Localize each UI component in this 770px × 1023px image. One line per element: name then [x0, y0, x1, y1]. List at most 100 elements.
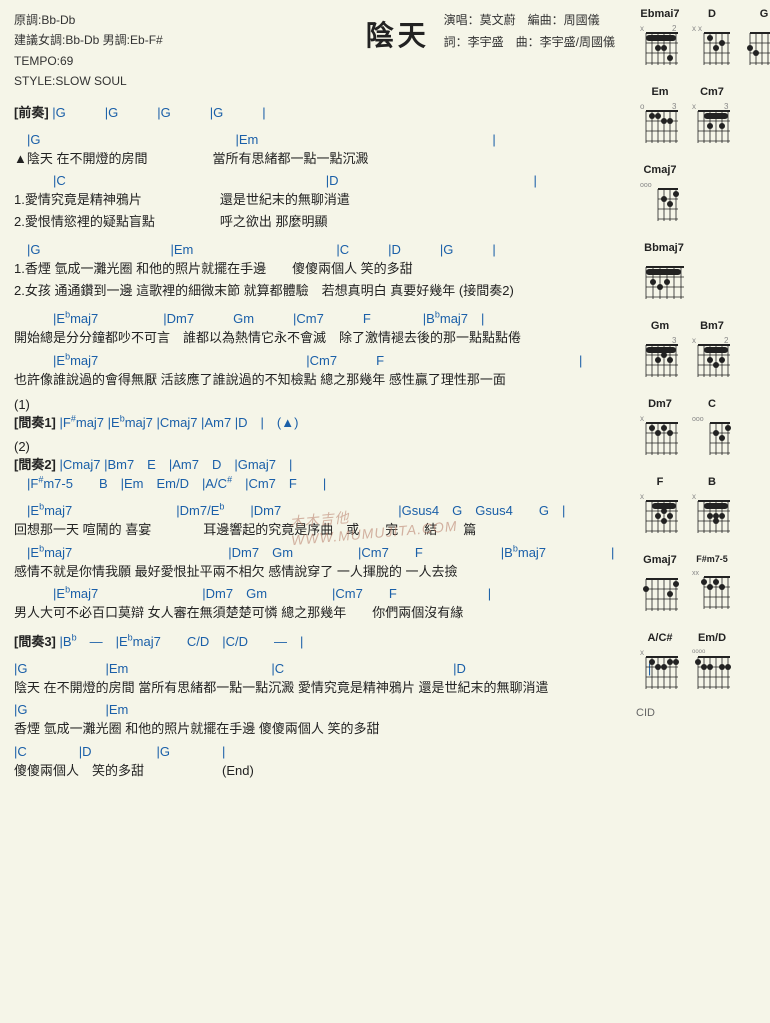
- chord-row-6: Dm7 x: [634, 395, 770, 467]
- section-verse1b: |G |Em |C |D |G | 1.香煙 氫成一灘光圈 和他的照片就擺在手邊…: [14, 239, 616, 300]
- lyric-v2-3: 男人大可不必百口莫辯 女人審在無須楚楚可憐 總之那幾年 你們兩個沒有緣: [14, 603, 616, 623]
- chord-v2-3: |Ebmaj7 |Dm7 Gm |Cm7 F |: [14, 583, 616, 602]
- chord-grid-c: ooo: [690, 411, 734, 461]
- lyric-v1-2: 1.愛情究竟是精神鴉片 還是世紀末的無聊消遣: [14, 190, 616, 210]
- svg-text:2: 2: [672, 24, 677, 33]
- chord-diagram-d: D x x: [690, 8, 734, 74]
- chord-diagram-g: G: [742, 8, 770, 74]
- svg-text:x: x: [640, 648, 644, 657]
- chord-int3: |Bb — |Ebmaj7 C/D |C/D — |: [60, 634, 304, 649]
- chord-grid-dm7: x: [638, 411, 682, 461]
- svg-text:x: x: [692, 24, 696, 33]
- svg-text:3: 3: [724, 102, 729, 111]
- chord-grid-em: o 3: [638, 99, 682, 149]
- section-interlude1: (1) [間奏1] |F#maj7 |Ebmaj7 |Cmaj7 |Am7 |D…: [14, 397, 616, 431]
- svg-text:ooo: ooo: [692, 416, 704, 423]
- chord-ch-2: |Ebmaj7 |Cm7 F |: [14, 350, 616, 369]
- section-outro: |G |Em |C |D | 陰天 在不開燈的房間 當所有思緒都一點一點沉澱 愛…: [14, 658, 616, 781]
- chord-diagram-acsharp: A/C# x: [638, 632, 682, 698]
- style: STYLE:SLOW SOUL: [14, 71, 616, 91]
- chord-grid-f: x: [638, 489, 682, 539]
- cid-label: CID: [636, 707, 770, 719]
- chord-grid-bm7: x 2: [690, 333, 734, 383]
- chord-diagram-b: B x: [690, 476, 734, 542]
- chord-ch-1: |Ebmaj7 |Dm7 Gm |Cm7 F |Bbmaj7 |: [14, 308, 616, 327]
- chord-grid-b: x: [690, 489, 734, 539]
- section-chorus: |Ebmaj7 |Dm7 Gm |Cm7 F |Bbmaj7 | 開始總是分分鐘…: [14, 308, 616, 389]
- chord-prelude: |G |G |G |G |: [52, 105, 265, 120]
- chord-row-8: Gmaj7 F#m7-5: [634, 551, 770, 623]
- chord-v2-1: |Ebmaj7 |Dm7/Eb |Dm7 |Gsus4 G Gsus4 G |: [14, 500, 616, 519]
- chord-grid-bbmaj7: [638, 255, 690, 305]
- chord-row-4: Bbmaj7: [634, 239, 770, 311]
- svg-text:3: 3: [672, 102, 677, 111]
- chord-row-1: Ebmai7 x 2: [634, 5, 770, 77]
- section-interlude3: [間奏3] |Bb — |Ebmaj7 C/D |C/D — |: [14, 631, 616, 650]
- chord-row-3: Cmaj7 ooo: [634, 161, 770, 233]
- chord-row-2: Em o 3: [634, 83, 770, 155]
- chord-diagram-gm: Gm 3: [638, 320, 682, 386]
- svg-text:oooo: oooo: [692, 649, 706, 655]
- lyric-outro-2: 香煙 氫成一灘光圈 和他的照片就擺在手邊 傻傻兩個人 笑的多甜: [14, 719, 616, 739]
- chord-grid-gm: 3: [638, 333, 682, 383]
- svg-text:o: o: [640, 102, 645, 111]
- chord-grid-fshm75: xx: [690, 565, 734, 615]
- svg-text:x: x: [640, 492, 644, 501]
- svg-text:x: x: [698, 24, 702, 33]
- svg-text:x: x: [640, 414, 644, 423]
- chord-outro-3: |C |D |G |: [14, 741, 616, 760]
- tempo: TEMPO:69: [14, 51, 616, 71]
- svg-text:ooo: ooo: [640, 182, 652, 189]
- left-content: 原調:Bb-Db 建議女調:Bb-Db 男調:Eb-F# TEMPO:69 ST…: [0, 0, 630, 798]
- lyric-ch-2: 也許像誰說過的會得無厭 活該應了誰說過的不知檢點 總之那幾年 感性贏了理性那一面: [14, 370, 616, 390]
- chord-v1-2: |C |D |: [14, 170, 616, 189]
- lyric-v1b-1: 1.香煙 氫成一灘光圈 和他的照片就擺在手邊 傻傻兩個人 笑的多甜: [14, 259, 616, 279]
- svg-text:x: x: [640, 24, 644, 33]
- chord-diagram-f: F x: [638, 476, 682, 542]
- right-info: 演唱：莫文蔚 編曲：周國儀 詞：李宇盛 曲：李宇盛/周國儀: [444, 10, 615, 53]
- section-verse1: |G |Em | ▲陰天 在不開燈的房間 當所有思緒都一點一點沉澱 |C |D …: [14, 129, 616, 232]
- chord-outro-1: |G |Em |C |D |: [14, 658, 616, 677]
- chord-diagram-ebmai7: Ebmai7 x 2: [638, 8, 682, 74]
- chord-diagram-bm7: Bm7 x 2: [690, 320, 734, 386]
- chord-v2-2: |Ebmaj7 |Dm7 Gm |Cm7 F |Bbmaj7 |: [14, 542, 616, 561]
- lyric-outro-4: 傻傻兩個人 笑的多甜 (End): [14, 761, 616, 781]
- section-verse2: |Ebmaj7 |Dm7/Eb |Dm7 |Gsus4 G Gsus4 G | …: [14, 500, 616, 623]
- chord-row-9: A/C# x: [634, 629, 770, 701]
- chord-grid-cmaj7: ooo: [638, 177, 682, 227]
- chord-diagram-gmaj7: Gmaj7: [638, 554, 682, 620]
- chord-int2-2: |F#m7-5 B |Em Em/D |A/C# |Cm7 F |: [14, 473, 616, 492]
- chord-grid-gmaj7: [638, 567, 682, 617]
- svg-text:3: 3: [672, 336, 677, 345]
- chord-diagram-cmaj7: Cmaj7 ooo: [638, 164, 682, 230]
- svg-text:x: x: [692, 492, 696, 501]
- section-prelude: [前奏] |G |G |G |G |: [14, 102, 616, 121]
- chord-grid-g: [742, 21, 770, 71]
- chord-diagrams-panel: Ebmai7 x 2: [630, 0, 770, 798]
- chord-grid-d: x x: [690, 21, 734, 71]
- svg-text:x: x: [692, 102, 696, 111]
- section-label-prelude: [前奏]: [14, 105, 49, 120]
- svg-text:2: 2: [724, 336, 729, 345]
- lyric-v2-2: 感情不就是你情我願 最好愛恨扯平兩不相欠 感情說穿了 一人揮脫的 一人去撿: [14, 562, 616, 582]
- chord-diagram-emd: Em/D oooo: [690, 632, 734, 698]
- chord-diagram-c: C ooo: [690, 398, 734, 464]
- svg-text:x: x: [692, 336, 696, 345]
- chord-grid-cm7: x 3: [690, 99, 734, 149]
- chord-row-5: Gm 3: [634, 317, 770, 389]
- chord-diagram-cm7: Cm7 x 3: [690, 86, 734, 152]
- interlude3-label: [間奏3]: [14, 634, 56, 649]
- interlude2-number: (2): [14, 439, 616, 454]
- lyric-v1-1: ▲陰天 在不開燈的房間 當所有思緒都一點一點沉澱: [14, 149, 616, 169]
- chord-grid-ebmai7: x 2: [638, 21, 682, 71]
- chord-diagram-bbmaj7: Bbmaj7: [638, 242, 690, 308]
- chord-diagram-em: Em o 3: [638, 86, 682, 152]
- lyricist: 詞：李宇盛 曲：李宇盛/周國儀: [444, 32, 615, 54]
- lyric-v1b-2: 2.女孩 通通鑽到一邊 這歌裡的細微末節 就算都體驗 若想真明白 真要好幾年 (…: [14, 281, 616, 301]
- interlude1-number: (1): [14, 397, 616, 412]
- chord-diagram-fshm75: F#m7-5 xx: [690, 554, 734, 618]
- interlude1-label: [間奏1] |F#maj7 |Ebmaj7 |Cmaj7 |Am7 |D | (…: [14, 412, 616, 431]
- chord-diagram-dm7: Dm7 x: [638, 398, 682, 464]
- song-title: 陰天: [366, 14, 430, 54]
- chord-grid-emd: oooo: [690, 645, 734, 695]
